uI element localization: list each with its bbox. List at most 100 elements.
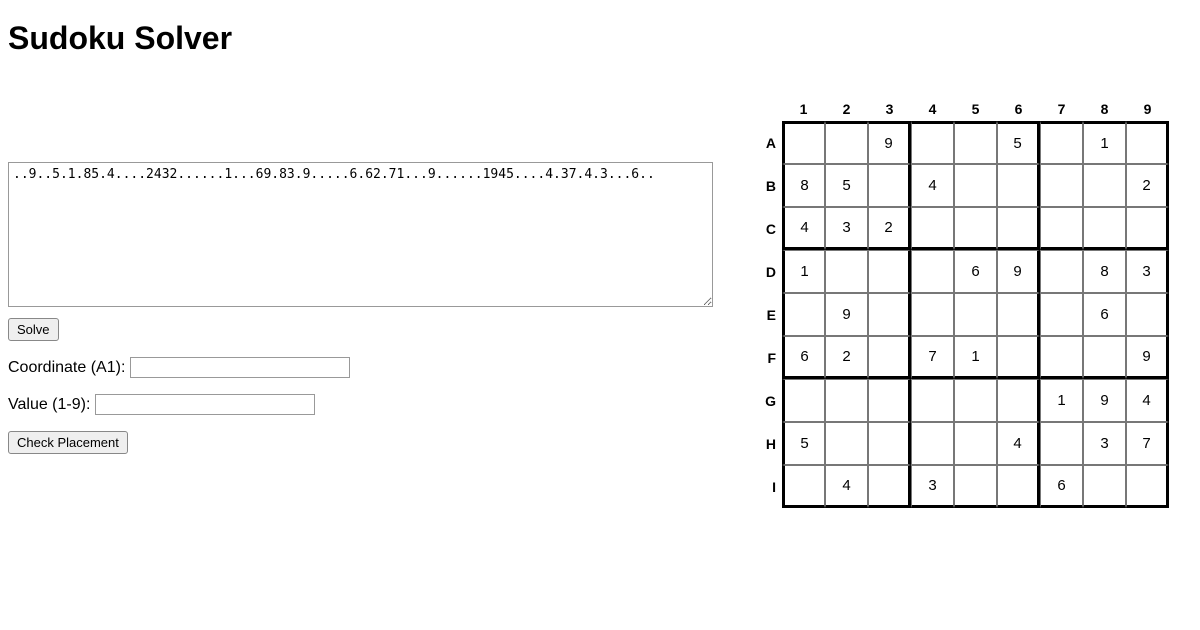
cell-H5[interactable] <box>954 422 997 465</box>
cell-A4[interactable] <box>911 121 954 164</box>
cell-D8[interactable]: 8 <box>1083 250 1126 293</box>
cell-F8[interactable] <box>1083 336 1126 379</box>
cell-G9[interactable]: 4 <box>1126 379 1169 422</box>
cell-G7[interactable]: 1 <box>1040 379 1083 422</box>
cell-G8[interactable]: 9 <box>1083 379 1126 422</box>
cell-G1[interactable] <box>782 379 825 422</box>
cell-D5[interactable]: 6 <box>954 250 997 293</box>
cell-G6[interactable] <box>997 379 1040 422</box>
cell-C1[interactable]: 4 <box>782 207 825 250</box>
cell-B1[interactable]: 8 <box>782 164 825 207</box>
cell-G5[interactable] <box>954 379 997 422</box>
puzzle-input[interactable] <box>8 162 713 307</box>
cell-C2[interactable]: 3 <box>825 207 868 250</box>
cell-A8[interactable]: 1 <box>1083 121 1126 164</box>
value-input[interactable] <box>95 394 315 415</box>
cell-E4[interactable] <box>911 293 954 336</box>
row-header-F: F <box>758 336 782 379</box>
row-header-E: E <box>758 293 782 336</box>
cell-H3[interactable] <box>868 422 911 465</box>
row-header-D: D <box>758 250 782 293</box>
cell-H4[interactable] <box>911 422 954 465</box>
cell-B6[interactable] <box>997 164 1040 207</box>
cell-D9[interactable]: 3 <box>1126 250 1169 293</box>
cell-C4[interactable] <box>911 207 954 250</box>
cell-E6[interactable] <box>997 293 1040 336</box>
cell-I1[interactable] <box>782 465 825 508</box>
solve-button[interactable]: Solve <box>8 318 59 341</box>
cell-I4[interactable]: 3 <box>911 465 954 508</box>
cell-F3[interactable] <box>868 336 911 379</box>
cell-B2[interactable]: 5 <box>825 164 868 207</box>
cell-A2[interactable] <box>825 121 868 164</box>
cell-B9[interactable]: 2 <box>1126 164 1169 207</box>
cell-E7[interactable] <box>1040 293 1083 336</box>
cell-A9[interactable] <box>1126 121 1169 164</box>
cell-B7[interactable] <box>1040 164 1083 207</box>
cell-E9[interactable] <box>1126 293 1169 336</box>
cell-E3[interactable] <box>868 293 911 336</box>
cell-B4[interactable]: 4 <box>911 164 954 207</box>
col-header-3: 3 <box>868 97 911 121</box>
cell-C6[interactable] <box>997 207 1040 250</box>
cell-H7[interactable] <box>1040 422 1083 465</box>
col-header-7: 7 <box>1040 97 1083 121</box>
check-placement-button[interactable]: Check Placement <box>8 431 128 454</box>
cell-E1[interactable] <box>782 293 825 336</box>
cell-I8[interactable] <box>1083 465 1126 508</box>
row-header-G: G <box>758 379 782 422</box>
cell-F1[interactable]: 6 <box>782 336 825 379</box>
cell-C8[interactable] <box>1083 207 1126 250</box>
cell-D4[interactable] <box>911 250 954 293</box>
cell-D1[interactable]: 1 <box>782 250 825 293</box>
cell-C9[interactable] <box>1126 207 1169 250</box>
cell-E8[interactable]: 6 <box>1083 293 1126 336</box>
cell-H1[interactable]: 5 <box>782 422 825 465</box>
cell-G4[interactable] <box>911 379 954 422</box>
cell-A7[interactable] <box>1040 121 1083 164</box>
cell-F4[interactable]: 7 <box>911 336 954 379</box>
cell-I9[interactable] <box>1126 465 1169 508</box>
sudoku-grid: 123456789A951B8542C432D16983E96F62719G19… <box>758 97 1169 508</box>
cell-A5[interactable] <box>954 121 997 164</box>
coordinate-input[interactable] <box>130 357 350 378</box>
cell-E2[interactable]: 9 <box>825 293 868 336</box>
cell-D3[interactable] <box>868 250 911 293</box>
cell-D7[interactable] <box>1040 250 1083 293</box>
cell-A6[interactable]: 5 <box>997 121 1040 164</box>
cell-F5[interactable]: 1 <box>954 336 997 379</box>
cell-F7[interactable] <box>1040 336 1083 379</box>
cell-G2[interactable] <box>825 379 868 422</box>
col-header-8: 8 <box>1083 97 1126 121</box>
page-title: Sudoku Solver <box>8 20 1192 57</box>
cell-I7[interactable]: 6 <box>1040 465 1083 508</box>
col-header-5: 5 <box>954 97 997 121</box>
cell-I6[interactable] <box>997 465 1040 508</box>
cell-G3[interactable] <box>868 379 911 422</box>
cell-H9[interactable]: 7 <box>1126 422 1169 465</box>
col-header-2: 2 <box>825 97 868 121</box>
cell-B3[interactable] <box>868 164 911 207</box>
row-header-B: B <box>758 164 782 207</box>
cell-D6[interactable]: 9 <box>997 250 1040 293</box>
cell-I5[interactable] <box>954 465 997 508</box>
cell-B5[interactable] <box>954 164 997 207</box>
cell-C3[interactable]: 2 <box>868 207 911 250</box>
cell-F9[interactable]: 9 <box>1126 336 1169 379</box>
cell-H2[interactable] <box>825 422 868 465</box>
cell-C7[interactable] <box>1040 207 1083 250</box>
cell-D2[interactable] <box>825 250 868 293</box>
cell-C5[interactable] <box>954 207 997 250</box>
cell-A3[interactable]: 9 <box>868 121 911 164</box>
cell-F6[interactable] <box>997 336 1040 379</box>
cell-H8[interactable]: 3 <box>1083 422 1126 465</box>
cell-H6[interactable]: 4 <box>997 422 1040 465</box>
cell-B8[interactable] <box>1083 164 1126 207</box>
col-header-1: 1 <box>782 97 825 121</box>
cell-I2[interactable]: 4 <box>825 465 868 508</box>
value-label: Value (1-9): <box>8 396 90 413</box>
cell-F2[interactable]: 2 <box>825 336 868 379</box>
cell-A1[interactable] <box>782 121 825 164</box>
cell-E5[interactable] <box>954 293 997 336</box>
cell-I3[interactable] <box>868 465 911 508</box>
